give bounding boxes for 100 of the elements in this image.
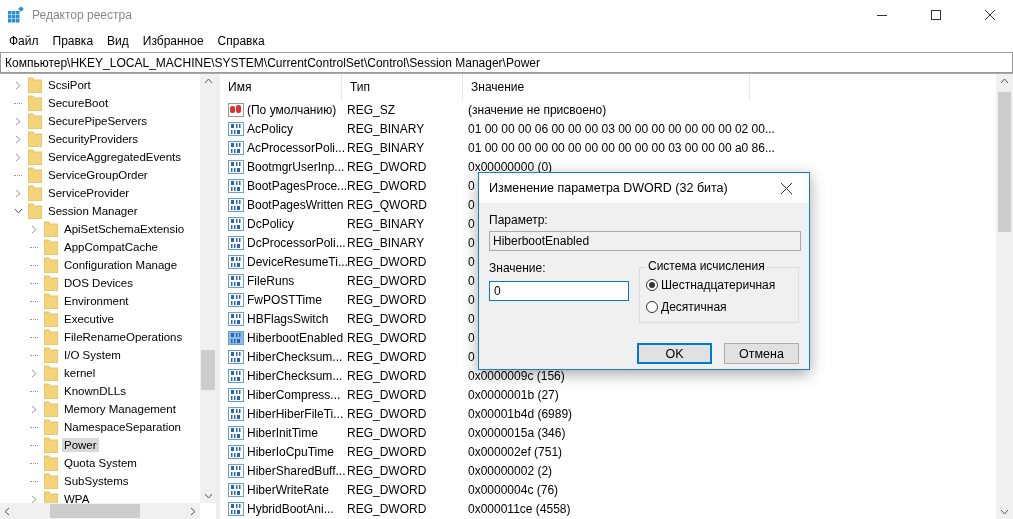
tree-item[interactable]: Executive (62, 312, 116, 326)
column-header[interactable]: Имя (220, 74, 342, 100)
value-name[interactable]: HiberWriteRate (246, 481, 330, 498)
table-cell-text: REG_DWORD (346, 159, 427, 174)
tree-item[interactable]: I/O System (62, 348, 123, 362)
radio-button[interactable] (646, 279, 658, 291)
value-name[interactable]: DcProcessorPoli... (246, 234, 347, 251)
folder-icon (44, 455, 58, 471)
value-name[interactable]: AcPolicy (246, 120, 294, 137)
tree-item[interactable]: DOS Devices (62, 276, 136, 290)
chevron-right-icon[interactable] (31, 224, 37, 234)
table-cell-text: REG_DWORD (346, 330, 427, 345)
menu-item[interactable]: Избранное (137, 32, 209, 50)
value-name[interactable]: HBFlagsSwitch (246, 310, 330, 327)
radio-label[interactable]: Шестнадцатеричная (661, 278, 776, 292)
scroll-thumb[interactable] (50, 504, 140, 518)
value-name[interactable]: BootPagesWritten (246, 196, 345, 213)
table-cell-text: REG_QWORD (346, 197, 427, 212)
table-cell-text: 0x0000001b (27) (467, 387, 559, 402)
value-name[interactable]: HiberSharedBuff... (246, 462, 347, 479)
tree-item[interactable]: kernel (62, 366, 98, 380)
menu-item[interactable]: Файл (4, 32, 44, 50)
scroll-thumb[interactable] (201, 350, 215, 390)
tree-item[interactable]: WPA (62, 492, 92, 503)
tree-item[interactable]: Session Manager (46, 204, 140, 218)
chevron-right-icon[interactable] (31, 368, 37, 378)
tree-item[interactable]: SecureBoot (46, 96, 111, 110)
tree-item[interactable]: ScsiPort (46, 78, 93, 92)
value-name[interactable]: FileRuns (246, 272, 296, 289)
column-header[interactable]: Тип (342, 74, 463, 100)
value-name[interactable]: AcProcessorPoli... (246, 139, 347, 156)
tree-item[interactable]: ServiceProvider (46, 186, 132, 200)
folder-icon (28, 131, 42, 147)
tree-item[interactable]: AppCompatCache (62, 240, 160, 254)
value-name[interactable]: BootmgrUserInp... (246, 158, 346, 175)
value-name[interactable]: HiberbootEnabled (246, 329, 345, 346)
chevron-right-icon[interactable] (31, 404, 37, 414)
tree-item[interactable]: Memory Management (62, 402, 178, 416)
value-name[interactable]: HiberHiberFileTi... (246, 405, 345, 422)
value-name[interactable]: HiberChecksum... (246, 367, 344, 384)
tree-item[interactable]: Quota System (62, 456, 139, 470)
folder-icon (44, 275, 58, 291)
chevron-right-icon[interactable] (15, 188, 21, 198)
tree-item[interactable]: SubSystems (62, 474, 131, 488)
menu-item[interactable]: Справка (212, 32, 270, 50)
menu-item[interactable]: Вид (102, 32, 134, 50)
table-cell-text: REG_DWORD (346, 406, 427, 421)
value-name[interactable]: DeviceResumeTi... (246, 253, 349, 270)
folder-icon (44, 221, 58, 237)
tree-item[interactable]: FileRenameOperations (62, 330, 185, 344)
value-name[interactable]: FwPOSTTime (246, 291, 323, 308)
dialog-button[interactable]: OK (637, 343, 712, 364)
table-cell-text: 0 (467, 235, 475, 250)
chevron-right-icon[interactable] (15, 80, 21, 90)
tree-item[interactable]: KnownDLLs (62, 384, 128, 398)
value-name[interactable]: HiberInitTime (246, 424, 319, 441)
folder-icon (44, 257, 58, 273)
chevron-right-icon[interactable] (31, 494, 37, 503)
column-header[interactable]: Значение (463, 74, 750, 100)
tree-item[interactable]: SecurePipeServers (46, 114, 150, 128)
value-name[interactable]: BootPagesProce... (246, 177, 349, 194)
table-cell-text: (значение не присвоено) (467, 102, 607, 117)
tree-item[interactable]: Configuration Manage (62, 258, 180, 272)
value-name[interactable]: HybridBootAni... (246, 500, 335, 517)
value-name[interactable]: HiberChecksum... (246, 348, 344, 365)
horizontal-scrollbar[interactable] (0, 503, 200, 519)
table-cell-text: 0 (467, 254, 475, 269)
folder-icon (44, 311, 58, 327)
tree-item[interactable]: ApiSetSchemaExtensio (62, 222, 187, 236)
chevron-down-icon[interactable] (13, 208, 23, 214)
tree-item[interactable]: ServiceAggregatedEvents (46, 150, 183, 164)
vertical-scrollbar[interactable] (200, 74, 216, 503)
tree-item[interactable]: Power (62, 438, 99, 452)
close-icon (985, 10, 995, 20)
dialog-button[interactable]: Отмена (724, 343, 799, 364)
tree-item[interactable]: Environment (62, 294, 131, 308)
vertical-scrollbar[interactable] (996, 74, 1013, 519)
menu-item[interactable]: Правка (47, 32, 99, 50)
value-name[interactable]: (По умолчанию) (246, 101, 338, 118)
value-name[interactable]: HiberCompress... (246, 386, 342, 403)
registry-app-icon (8, 7, 24, 23)
field-label: Параметр: (489, 213, 549, 227)
radio-button[interactable] (646, 301, 658, 313)
table-cell-text: 0 (467, 311, 475, 326)
tree-item[interactable]: SecurityProviders (46, 132, 141, 146)
folder-icon (44, 383, 58, 399)
tree-item[interactable]: NamespaceSeparation (62, 420, 183, 434)
table-cell-text: 0 (467, 330, 475, 345)
value-field[interactable]: 0 (489, 281, 629, 301)
address-bar[interactable]: Компьютер\HKEY_LOCAL_MACHINE\SYSTEM\CurrentControlSet\Control\Session Manager\Power (0, 52, 1013, 73)
value-name[interactable]: DcPolicy (246, 215, 295, 232)
table-cell-text: REG_DWORD (346, 501, 427, 516)
folder-icon (44, 473, 58, 489)
table-cell-text: 01 00 00 00 00 00 00 00 00 00 00 00 03 00 00 00 a0 86... (467, 140, 775, 155)
tree-item[interactable]: ServiceGroupOrder (46, 168, 150, 182)
radio-label[interactable]: Десятичная (661, 300, 727, 314)
folder-icon (44, 419, 58, 435)
value-name[interactable]: HiberIoCpuTime (246, 443, 335, 460)
folder-icon (28, 149, 42, 165)
scroll-thumb[interactable] (998, 92, 1011, 232)
